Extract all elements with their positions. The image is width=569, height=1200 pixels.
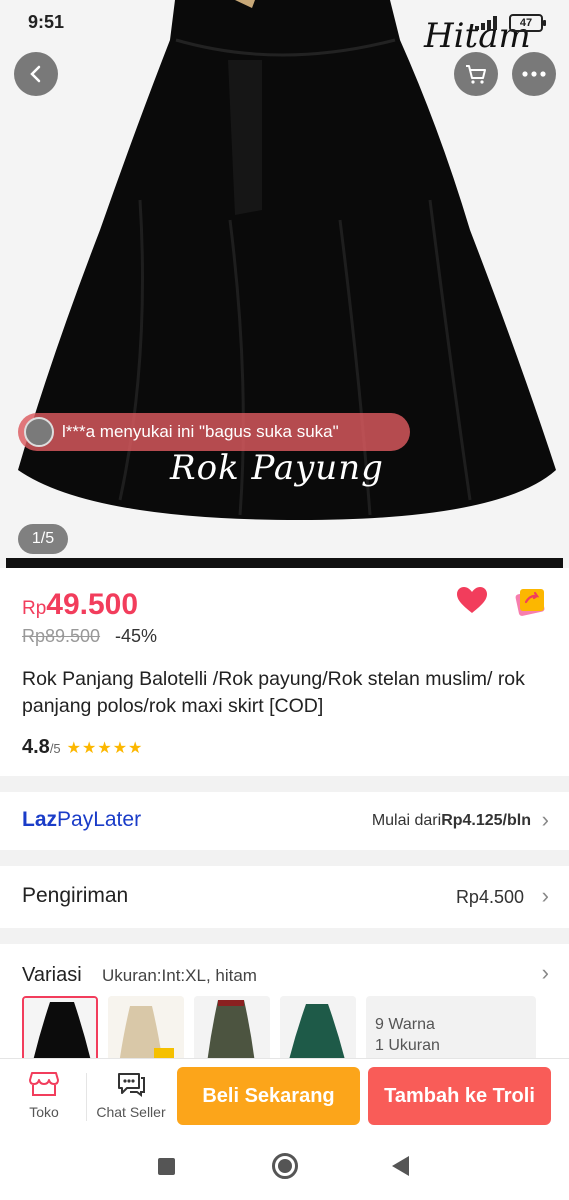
chevron-right-icon: › (541, 960, 549, 985)
section-divider (0, 850, 569, 866)
back-button[interactable] (14, 52, 58, 96)
buy-now-button[interactable]: Beli Sekarang (177, 1067, 360, 1125)
bottom-action-bar: Toko Chat Seller Beli Sekarang Tambah ke… (0, 1058, 569, 1134)
more-options-button[interactable] (512, 52, 556, 96)
price-section: Rp49.500 Rp89.500 -45% Rok Panjang Balot… (0, 568, 569, 776)
rating-max: /5 (49, 741, 61, 756)
variation-thumb-green[interactable] (280, 996, 356, 1058)
current-price: Rp49.500 (22, 588, 138, 622)
cart-icon (466, 65, 486, 84)
action-separator (86, 1073, 87, 1121)
colors-count: 9 Warna (375, 1016, 435, 1033)
variation-selected: Ukuran:Int:XL, hitam (102, 966, 257, 985)
price-currency: Rp (22, 598, 47, 619)
paylater-row[interactable]: LazPayLater Mulai dariRp4.125/bln › (0, 792, 569, 850)
product-title: Rok Panjang Balotelli /Rok payung/Rok st… (22, 668, 525, 717)
rating-stars-icon: ★★★★★ (66, 740, 144, 757)
chat-seller-button[interactable]: Chat Seller (92, 1071, 170, 1120)
variation-thumb-beige[interactable] (108, 996, 184, 1058)
image-counter: 1/5 (18, 524, 68, 554)
shipping-label: Pengiriman (22, 884, 129, 907)
section-divider (0, 928, 569, 944)
paylater-info: Mulai dariRp4.125/bln (372, 812, 531, 830)
product-image-carousel[interactable]: Hitam Rok Payung l***a menyukai ini "bag… (0, 0, 569, 568)
liked-text: l***a menyukai ini "bagus suka suka" (62, 422, 339, 441)
more-dots-icon (522, 71, 546, 77)
chevron-right-icon: › (541, 807, 549, 832)
store-button[interactable]: Toko (22, 1071, 66, 1120)
battery-icon: 47 (509, 14, 546, 32)
paylater-logo: LazPayLater (22, 808, 141, 832)
back-triangle-icon[interactable] (392, 1156, 409, 1176)
wishlist-heart-icon[interactable] (456, 586, 488, 614)
price-value: 49.500 (46, 588, 139, 621)
shipping-amount: Rp4.500 (455, 887, 524, 907)
variation-thumbnails: 9 Warna 1 Ukuran (22, 996, 536, 1058)
status-bar: 9:51 47 (0, 0, 569, 46)
product-rating[interactable]: 4.8 /5 ★★★★★ (22, 736, 143, 759)
variation-section[interactable]: Variasi Ukuran:Int:XL, hitam › 9 Warna 1… (0, 944, 569, 1058)
discount-badge: -45% (115, 626, 158, 646)
cart-button[interactable] (454, 52, 498, 96)
share-gift-icon[interactable] (514, 584, 548, 618)
chevron-left-icon (30, 65, 41, 83)
variation-thumb-black[interactable] (22, 996, 98, 1058)
shipping-row[interactable]: Pengiriman Rp4.500 › (0, 866, 569, 928)
paylater-logo-text: PayLater (57, 808, 142, 831)
chat-label: Chat Seller (96, 1104, 166, 1120)
status-time: 9:51 (28, 12, 65, 32)
add-to-cart-button[interactable]: Tambah ke Troli (368, 1067, 551, 1125)
home-icon[interactable] (272, 1153, 298, 1179)
image-bottom-bar (6, 558, 563, 568)
variation-thumb-olive[interactable] (194, 996, 270, 1058)
system-nav-bar (0, 1134, 569, 1200)
original-price: Rp89.500 (22, 626, 101, 646)
paylater-amount: Rp4.125/bln (441, 812, 531, 829)
paylater-logo-laz: Laz (22, 808, 58, 831)
store-label: Toko (29, 1104, 59, 1120)
liked-notification: l***a menyukai ini "bagus suka suka" (18, 413, 410, 451)
image-watermark: Rok Payung (170, 448, 384, 488)
chevron-right-icon: › (541, 883, 549, 908)
section-divider (0, 776, 569, 792)
sizes-count: 1 Ukuran (375, 1037, 440, 1054)
variation-label: Variasi (22, 964, 82, 986)
paylater-prefix: Mulai dari (371, 812, 442, 829)
signal-icon (475, 16, 497, 30)
avatar (24, 417, 54, 447)
recent-apps-icon[interactable] (158, 1158, 175, 1175)
rating-value: 4.8 (22, 736, 50, 758)
store-icon (29, 1072, 59, 1096)
variation-options-summary[interactable]: 9 Warna 1 Ukuran (366, 996, 536, 1058)
chat-icon (118, 1073, 145, 1097)
